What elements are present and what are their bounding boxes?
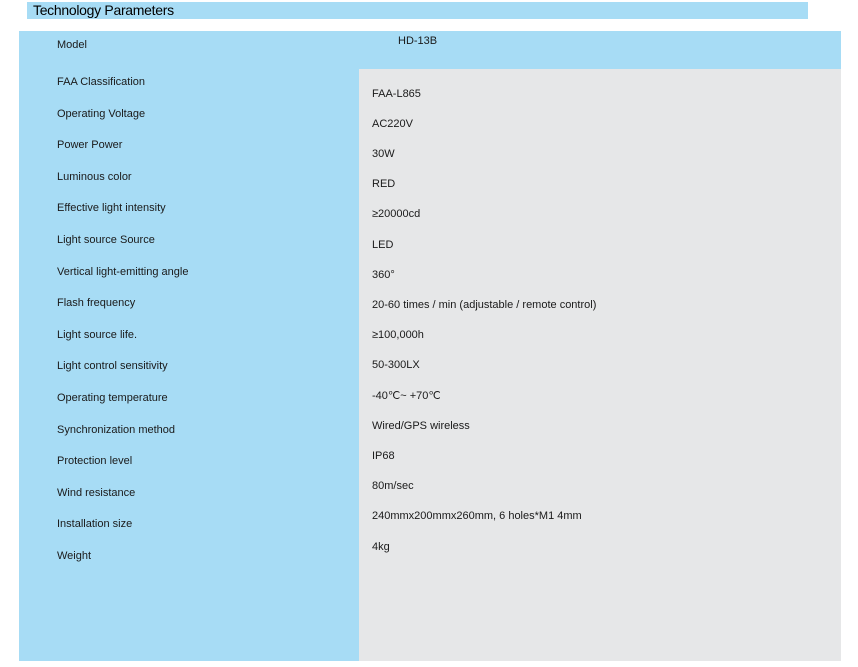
row-label: Effective light intensity [57, 202, 166, 214]
row-value: AC220V [372, 118, 413, 130]
row-label: Flash frequency [57, 297, 136, 309]
row-value: LED [372, 239, 394, 251]
row-label: FAA Classification [57, 76, 146, 88]
row-value: RED [372, 178, 396, 190]
values-column [359, 69, 841, 661]
row-label: Power Power [57, 139, 123, 151]
row-value: 360° [372, 269, 395, 281]
model-label: Model [57, 39, 87, 51]
model-value: HD-13B [398, 35, 438, 47]
row-value: IP68 [372, 450, 395, 462]
row-label: Operating Voltage [57, 108, 146, 120]
section-title: Technology Parameters [33, 2, 174, 18]
row-value: 20-60 times / min (adjustable / remote c… [372, 299, 597, 311]
row-value: FAA-L865 [372, 88, 421, 100]
row-value: ≥100,000h [372, 329, 424, 341]
row-value: ≥20000cd [372, 208, 421, 220]
row-value: -40℃~ +70℃ [372, 390, 441, 402]
row-label: Vertical light-emitting angle [57, 266, 189, 278]
row-label: Light source life. [57, 329, 138, 341]
row-value: Wired/GPS wireless [372, 420, 470, 432]
row-label: Weight [57, 550, 92, 562]
row-label: Installation size [57, 518, 133, 530]
row-label: Wind resistance [57, 487, 136, 499]
row-label: Light source Source [57, 234, 155, 246]
row-value: 50-300LX [372, 359, 420, 371]
row-value: 80m/sec [372, 480, 414, 492]
row-label: Operating temperature [57, 392, 168, 404]
row-value: 30W [372, 148, 395, 160]
row-label: Luminous color [57, 171, 132, 183]
row-value: 240mmx200mmx260mm, 6 holes*M1 4mm [372, 510, 582, 522]
row-label: Protection level [57, 455, 133, 467]
row-value: 4kg [372, 541, 390, 553]
row-label: Light control sensitivity [57, 360, 168, 372]
row-label: Synchronization method [57, 424, 176, 436]
section-header: Technology Parameters [27, 2, 808, 19]
